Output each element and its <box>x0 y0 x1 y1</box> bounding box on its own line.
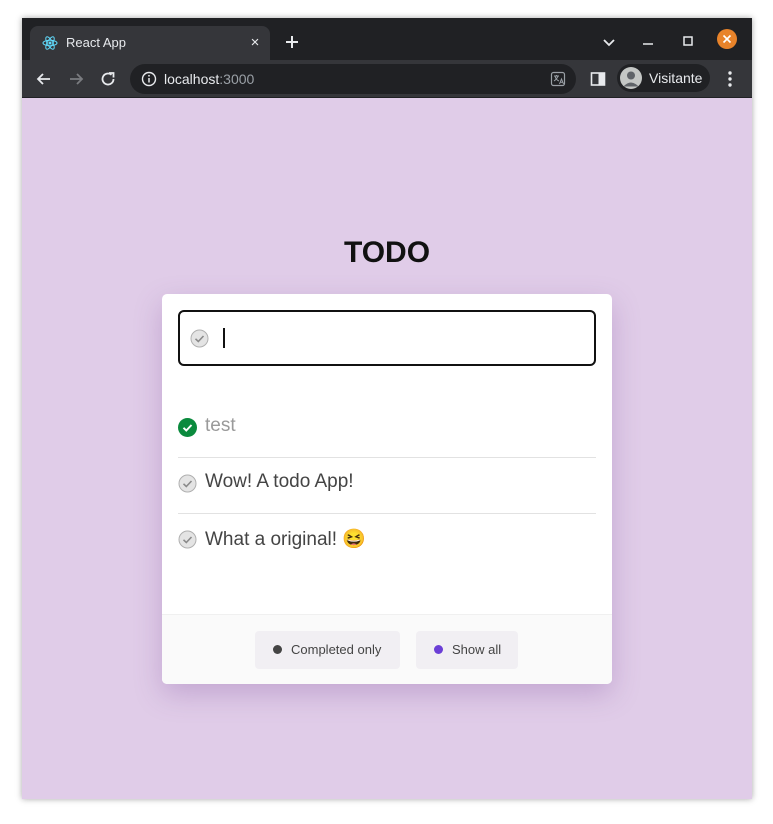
tab-search-chevron-down-icon[interactable] <box>598 31 620 53</box>
todo-text: What a original! 😆 <box>205 529 366 550</box>
minimize-icon[interactable] <box>637 31 659 53</box>
url-host: localhost <box>164 71 220 87</box>
todo-card: test Wow! A todo App! What a original! 😆 <box>162 294 612 684</box>
new-todo-input[interactable] <box>178 310 596 366</box>
filter-footer: Completed only Show all <box>162 614 612 684</box>
url-port: :3000 <box>219 71 255 87</box>
side-panel-icon[interactable] <box>589 70 607 88</box>
completed-only-button[interactable]: Completed only <box>255 631 400 669</box>
back-arrow-icon[interactable] <box>34 69 54 89</box>
filter-label: Completed only <box>291 642 382 657</box>
reload-icon[interactable] <box>98 69 118 89</box>
todo-list: test Wow! A todo App! What a original! 😆 <box>178 402 596 570</box>
close-icon <box>722 34 732 44</box>
address-bar[interactable]: localhost:3000 <box>130 64 576 94</box>
close-window-button[interactable] <box>717 29 737 49</box>
todo-text: Wow! A todo App! <box>205 471 354 492</box>
filter-label: Show all <box>452 642 502 657</box>
todo-text: test <box>205 415 236 436</box>
todo-item[interactable]: What a original! 😆 <box>178 514 596 570</box>
check-icon[interactable] <box>178 530 197 549</box>
translate-icon[interactable] <box>550 71 566 87</box>
tab-react-app[interactable]: React App × <box>30 26 270 60</box>
show-all-button[interactable]: Show all <box>416 631 518 669</box>
toggle-all-check-icon[interactable] <box>190 329 209 348</box>
page-content: TODO test Wow! A todo App! What a origin… <box>22 99 752 799</box>
completed-check-icon[interactable] <box>178 418 197 437</box>
page-title: TODO <box>343 236 431 269</box>
new-tab-icon[interactable] <box>281 31 303 53</box>
profile-name: Visitante <box>649 70 703 86</box>
todo-item[interactable]: test <box>178 402 596 458</box>
browser-window: React App × localhost:3000 Visitante TOD… <box>22 18 752 799</box>
forward-arrow-icon[interactable] <box>66 69 86 89</box>
profile-button[interactable]: Visitante <box>617 64 710 92</box>
tab-close-icon[interactable]: × <box>246 34 264 52</box>
tab-title: React App <box>66 35 126 50</box>
status-dot <box>273 645 282 654</box>
status-dot <box>434 645 443 654</box>
site-info-icon[interactable] <box>141 71 157 87</box>
browser-toolbar: localhost:3000 Visitante <box>22 60 752 98</box>
check-icon[interactable] <box>178 474 197 493</box>
avatar <box>620 67 642 89</box>
text-cursor <box>223 328 225 348</box>
person-icon <box>623 71 639 87</box>
tab-strip: React App × <box>22 18 752 60</box>
react-logo-icon <box>42 36 58 50</box>
more-options-icon[interactable] <box>721 69 739 89</box>
maximize-icon[interactable] <box>677 31 699 53</box>
url-text[interactable]: localhost:3000 <box>164 71 254 87</box>
todo-item[interactable]: Wow! A todo App! <box>178 458 596 514</box>
